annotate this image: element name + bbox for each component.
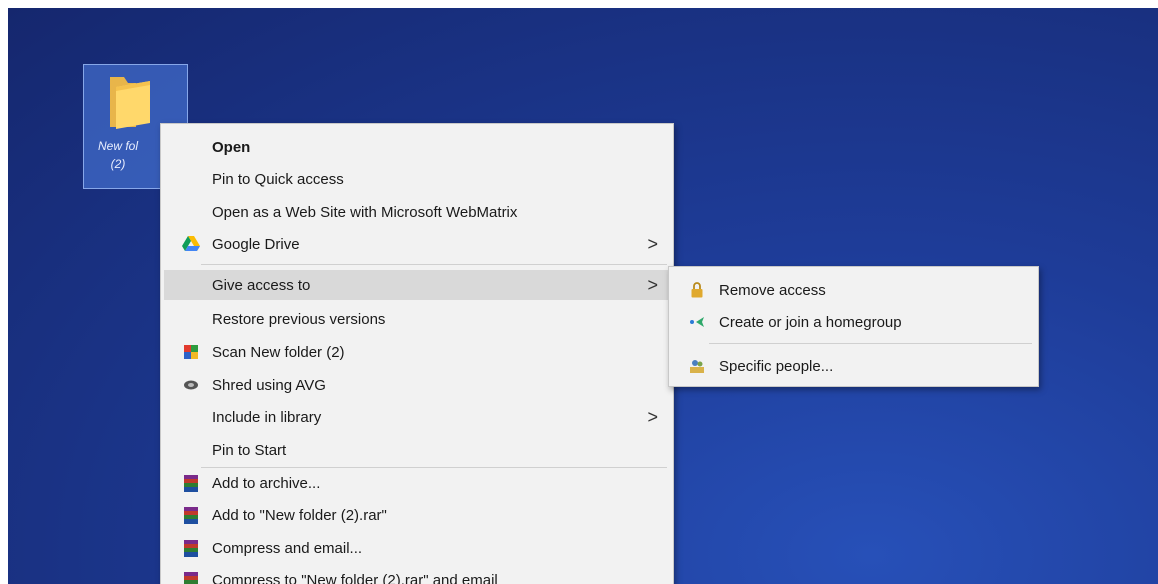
menu-item-label: Shred using AVG xyxy=(212,376,326,394)
winrar-icon xyxy=(182,474,200,492)
menu-item-open[interactable]: Open xyxy=(164,132,670,162)
submenu-item-label: Create or join a homegroup xyxy=(719,313,902,331)
menu-separator xyxy=(201,264,667,265)
google-drive-icon xyxy=(182,235,200,253)
menu-item-include-in-library[interactable]: Include in library > xyxy=(164,402,670,432)
menu-item-label: Google Drive xyxy=(212,235,300,253)
submenu-item-label: Remove access xyxy=(719,281,826,299)
menu-item-label: Open xyxy=(212,138,251,156)
menu-item-compress-to-rar-and-email[interactable]: Compress to "New folder (2).rar" and ema… xyxy=(164,565,670,584)
menu-item-label: Compress to "New folder (2).rar" and ema… xyxy=(212,571,498,584)
menu-item-label: Give access to xyxy=(212,276,311,294)
context-menu: Open Pin to Quick access Open as a Web S… xyxy=(160,123,674,584)
winrar-icon xyxy=(182,539,200,557)
winrar-icon xyxy=(182,506,200,524)
menu-item-pin-to-quick-access[interactable]: Pin to Quick access xyxy=(164,164,670,194)
give-access-submenu: Remove access Create or join a homegroup… xyxy=(668,266,1039,387)
submenu-item-specific-people[interactable]: Specific people... xyxy=(672,351,1035,381)
menu-item-pin-to-start[interactable]: Pin to Start xyxy=(164,435,670,465)
menu-item-shred-using-avg[interactable]: Shred using AVG xyxy=(164,370,670,400)
menu-item-give-access-to[interactable]: Give access to > xyxy=(164,270,670,300)
menu-item-label: Open as a Web Site with Microsoft WebMat… xyxy=(212,203,518,221)
menu-item-restore-previous-versions[interactable]: Restore previous versions xyxy=(164,304,670,334)
winrar-icon xyxy=(182,571,200,584)
menu-item-label: Pin to Quick access xyxy=(212,170,344,188)
avg-shred-icon xyxy=(182,376,200,394)
folder-label-line2: (2) xyxy=(110,157,126,171)
menu-item-label: Pin to Start xyxy=(212,441,287,459)
folder-label-line1: New fol xyxy=(97,139,138,153)
submenu-item-create-or-join-homegroup[interactable]: Create or join a homegroup xyxy=(672,307,1035,337)
menu-item-scan-folder[interactable]: Scan New folder (2) xyxy=(164,337,670,367)
menu-item-label: Compress and email... xyxy=(212,539,363,557)
folder-label: New fol (2) xyxy=(88,137,148,173)
desktop: New fol (2) Open Pin to Quick access Ope… xyxy=(8,8,1158,584)
menu-item-open-as-website[interactable]: Open as a Web Site with Microsoft WebMat… xyxy=(164,197,670,227)
menu-item-add-to-archive[interactable]: Add to archive... xyxy=(164,468,670,498)
submenu-item-remove-access[interactable]: Remove access xyxy=(672,275,1035,305)
menu-item-label: Include in library xyxy=(212,408,322,426)
submenu-separator xyxy=(709,343,1032,344)
antivirus-scan-icon xyxy=(182,343,200,361)
lock-icon xyxy=(688,281,706,299)
menu-item-label: Add to archive... xyxy=(212,474,321,492)
menu-item-add-to-rar[interactable]: Add to "New folder (2).rar" xyxy=(164,500,670,530)
chevron-right-icon: > xyxy=(647,406,658,427)
people-icon xyxy=(688,357,706,375)
menu-item-compress-and-email[interactable]: Compress and email... xyxy=(164,533,670,563)
folder-icon xyxy=(106,73,152,136)
homegroup-icon xyxy=(688,313,706,331)
menu-item-google-drive[interactable]: Google Drive > xyxy=(164,229,670,259)
menu-item-label: Add to "New folder (2).rar" xyxy=(212,506,387,524)
chevron-right-icon: > xyxy=(647,274,658,295)
menu-item-label: Scan New folder (2) xyxy=(212,343,345,361)
chevron-right-icon: > xyxy=(647,233,658,254)
menu-item-label: Restore previous versions xyxy=(212,310,386,328)
submenu-item-label: Specific people... xyxy=(719,357,834,375)
